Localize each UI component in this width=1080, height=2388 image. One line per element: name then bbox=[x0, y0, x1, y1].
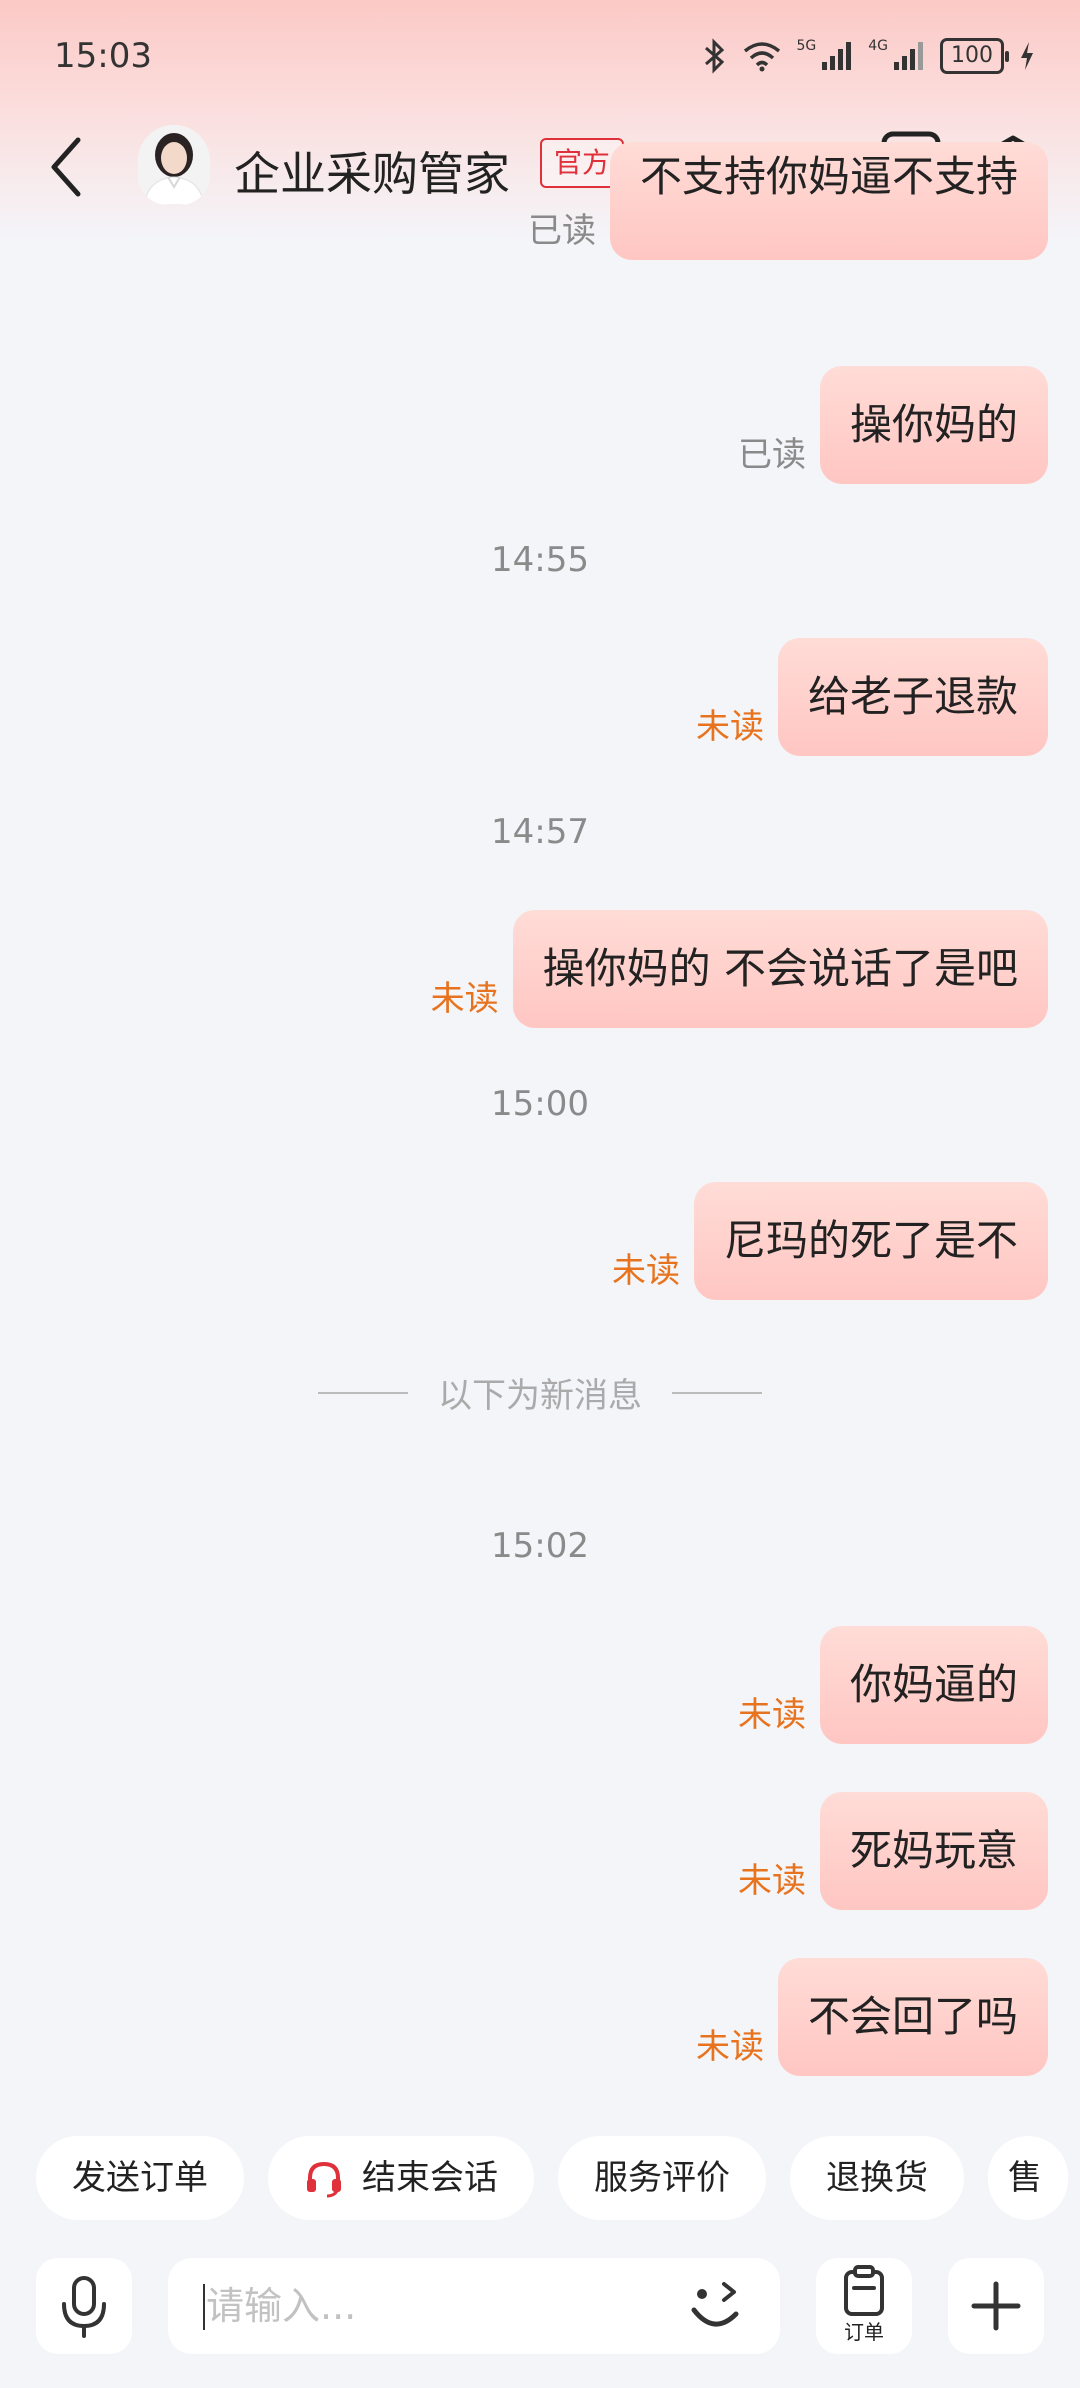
message-row: 未读 给老子退款 bbox=[696, 638, 1048, 756]
send-order-chip[interactable]: 发送订单 bbox=[36, 2136, 244, 2220]
message-bubble[interactable]: 操你妈的 不会说话了是吧 bbox=[512, 910, 1048, 1028]
after-sales-chip[interactable]: 售 bbox=[988, 2136, 1068, 2220]
read-status: 已读 bbox=[737, 435, 806, 475]
time-separator: 15:00 bbox=[491, 1084, 589, 1124]
divider-line bbox=[318, 1391, 408, 1394]
message-row: 未读 死妈玩意 bbox=[738, 1792, 1048, 1910]
chip-label: 服务评价 bbox=[594, 2158, 730, 2198]
chip-label: 售 bbox=[1008, 2158, 1042, 2198]
message-row: 未读 你妈逼的 bbox=[738, 1626, 1048, 1744]
wink-face-icon bbox=[691, 2282, 739, 2327]
message-text: 你妈逼的 bbox=[849, 1660, 1018, 1709]
chip-label: 退换货 bbox=[826, 2158, 928, 2198]
headset-icon bbox=[307, 2161, 341, 2198]
unread-status: 未读 bbox=[737, 1695, 806, 1735]
message-text: 操你妈的 bbox=[849, 400, 1018, 449]
chip-label: 发送订单 bbox=[72, 2158, 208, 2198]
message-row: 未读 操你妈的 不会说话了是吧 bbox=[431, 910, 1048, 1028]
message-text: 给老子退款 bbox=[807, 672, 1018, 721]
voice-button[interactable] bbox=[36, 2258, 132, 2354]
emoji-button[interactable] bbox=[682, 2274, 752, 2340]
message-row: 未读 尼玛的死了是不 bbox=[612, 1182, 1048, 1300]
order-label: 订单 bbox=[844, 2320, 884, 2344]
more-button[interactable] bbox=[948, 2258, 1044, 2354]
quick-actions-bar: 发送订单 结束会话 服务评价 退换货 售 bbox=[36, 2136, 1068, 2220]
order-button[interactable]: 订单 bbox=[816, 2258, 912, 2354]
unread-status: 未读 bbox=[611, 1251, 680, 1291]
message-bubble[interactable]: 不会回了吗 bbox=[777, 1958, 1048, 2076]
message-text: 不支持你妈逼不支持 bbox=[639, 152, 1018, 201]
unread-status: 未读 bbox=[430, 979, 499, 1019]
input-bar: 订单 bbox=[0, 2248, 1080, 2388]
message-bubble[interactable]: 给老子退款 bbox=[777, 638, 1048, 756]
message-text: 死妈玩意 bbox=[849, 1826, 1018, 1875]
time-separator: 14:55 bbox=[491, 540, 589, 580]
chip-label: 结束会话 bbox=[362, 2158, 498, 2198]
message-bubble[interactable]: 你妈逼的 bbox=[819, 1626, 1048, 1744]
end-session-chip[interactable]: 结束会话 bbox=[268, 2136, 534, 2220]
new-messages-label: 以下为新消息 bbox=[438, 1376, 642, 1416]
divider-line bbox=[672, 1391, 762, 1394]
message-bubble[interactable]: 不支持你妈逼不支持 bbox=[609, 142, 1048, 260]
message-row: 已读 操你妈的 bbox=[738, 366, 1048, 484]
plus-icon bbox=[971, 2281, 1021, 2331]
service-review-chip[interactable]: 服务评价 bbox=[558, 2136, 766, 2220]
time-separator: 14:57 bbox=[491, 812, 589, 852]
message-row: 已读 不支持你妈逼不支持 bbox=[527, 142, 1048, 260]
time-separator: 15:02 bbox=[491, 1526, 589, 1566]
clipboard-icon bbox=[844, 2265, 884, 2316]
message-text: 尼玛的死了是不 bbox=[723, 1216, 1018, 1265]
message-row: 未读 不会回了吗 bbox=[696, 1958, 1048, 2076]
unread-status: 未读 bbox=[695, 2027, 764, 2067]
return-exchange-chip[interactable]: 退换货 bbox=[790, 2136, 964, 2220]
read-status: 已读 bbox=[527, 211, 596, 251]
microphone-icon bbox=[62, 2276, 106, 2338]
message-bubble[interactable]: 尼玛的死了是不 bbox=[693, 1182, 1048, 1300]
message-text: 不会回了吗 bbox=[807, 1992, 1018, 2041]
message-bubble[interactable]: 死妈玩意 bbox=[819, 1792, 1048, 1910]
message-bubble[interactable]: 操你妈的 bbox=[819, 366, 1048, 484]
new-messages-divider: 以下为新消息 bbox=[0, 1368, 1080, 1417]
text-caret bbox=[203, 2284, 205, 2330]
message-text: 操你妈的 不会说话了是吧 bbox=[542, 944, 1018, 993]
unread-status: 未读 bbox=[695, 707, 764, 747]
chat-messages[interactable]: 已读 不支持你妈逼不支持 已读 操你妈的 14:55 未读 给老子退款 14:5… bbox=[0, 0, 1080, 2388]
unread-status: 未读 bbox=[737, 1861, 806, 1901]
